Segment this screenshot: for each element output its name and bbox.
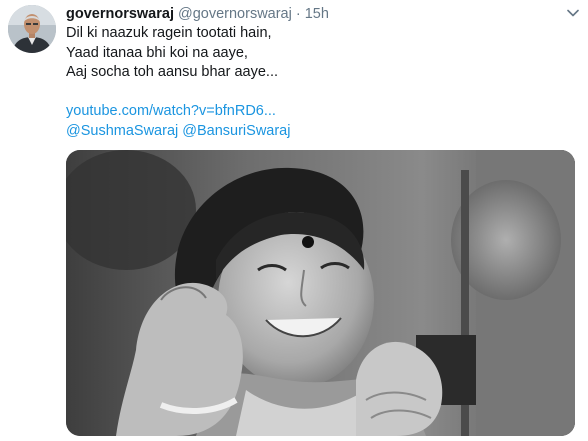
mention-sushmaswaraj[interactable]: @SushmaSwaraj <box>66 123 178 139</box>
user-handle[interactable]: @governorswaraj <box>178 6 292 22</box>
tweet-text: Dil ki naazuk ragein tootati hain, Yaad … <box>66 24 566 141</box>
youtube-link[interactable]: youtube.com/watch?v=bfnRD6... <box>66 102 566 122</box>
tweet-text-line: Aaj socha toh aansu bhar aaye... <box>66 64 279 80</box>
timestamp[interactable]: 15h <box>305 6 329 22</box>
black-and-white-photo <box>66 150 575 436</box>
tweet-header: governorswaraj @governorswaraj · 15h <box>66 4 568 24</box>
profile-photo <box>8 5 56 53</box>
avatar[interactable] <box>8 5 56 53</box>
tweet-text-line: Yaad itanaa bhi koi na aaye, <box>66 44 248 61</box>
chevron-down-icon[interactable] <box>564 4 582 22</box>
separator-dot: · <box>295 6 301 22</box>
display-name[interactable]: governorswaraj <box>66 6 174 22</box>
tweet-text-line: Dil ki naazuk ragein tootati hain, <box>66 25 272 41</box>
tweet[interactable]: governorswaraj @governorswaraj · 15h Dil… <box>0 0 588 441</box>
tweet-media-photo[interactable] <box>66 150 575 436</box>
mention-bansuriswaraj[interactable]: @BansuriSwaraj <box>182 123 290 139</box>
